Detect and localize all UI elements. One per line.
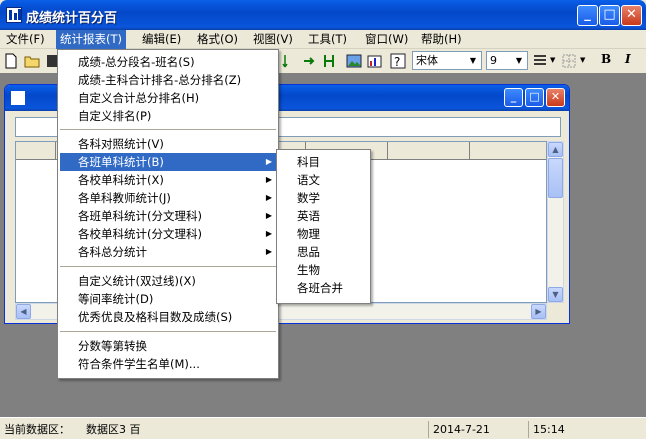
menu-edit[interactable]: 编辑(E) xyxy=(138,30,185,49)
status-date: 2014-7-21 xyxy=(428,421,526,438)
menu-format[interactable]: 格式(O) xyxy=(193,30,242,49)
menu-view[interactable]: 视图(V) xyxy=(249,30,297,49)
menu-item-subject-total[interactable]: 各科总分统计 ▶ xyxy=(60,243,276,261)
menu-file[interactable]: 文件(F) xyxy=(2,30,49,49)
menu-item-custom-stats[interactable]: 自定义统计(双过线)(X) xyxy=(60,272,276,290)
image-icon[interactable] xyxy=(346,53,362,69)
minimize-button[interactable]: _ xyxy=(504,88,523,107)
menu-item-label: 各校单科统计(X) xyxy=(78,173,164,187)
chart-icon[interactable] xyxy=(367,53,383,69)
submenu-item-english[interactable]: 英语 xyxy=(279,207,368,225)
app-icon[interactable] xyxy=(6,7,22,23)
title-bar: 成绩统计百分百 _ □ ✕ xyxy=(0,0,646,30)
submenu-item-biology[interactable]: 生物 xyxy=(279,261,368,279)
chevron-right-icon: ▶ xyxy=(265,157,272,166)
submenu-item-physics[interactable]: 物理 xyxy=(279,225,368,243)
subject-submenu: 科目 语文 数学 英语 物理 思品 生物 各班合并 xyxy=(276,149,371,304)
scroll-thumb[interactable] xyxy=(548,158,563,198)
minimize-button[interactable]: _ xyxy=(577,5,598,26)
font-name-value: 宋体 xyxy=(416,54,438,67)
submenu-item-ethics[interactable]: 思品 xyxy=(279,243,368,261)
align-icon[interactable] xyxy=(532,53,548,69)
menu-item-teacher-subject[interactable]: 各单科教师统计(J) ▶ xyxy=(60,189,276,207)
submenu-item-subject[interactable]: 科目 xyxy=(279,153,368,171)
chevron-right-icon: ▶ xyxy=(265,193,272,202)
new-file-icon[interactable] xyxy=(3,53,19,69)
menu-item-label: 各班单科统计(B) xyxy=(78,155,164,169)
font-size-select[interactable]: 9 ▼ xyxy=(486,51,528,70)
chevron-down-icon[interactable]: ▼ xyxy=(512,53,526,68)
chevron-right-icon: ▶ xyxy=(265,247,272,256)
font-name-select[interactable]: 宋体 ▼ xyxy=(412,51,482,70)
menu-tools[interactable]: 工具(T) xyxy=(304,30,351,49)
menu-item-label: 各单科教师统计(J) xyxy=(78,191,171,205)
svg-text:?: ? xyxy=(394,55,400,69)
window-title: 成绩统计百分百 xyxy=(26,11,118,26)
menu-item-student-list[interactable]: 符合条件学生名单(M)... xyxy=(60,355,276,373)
bold-button[interactable]: B xyxy=(601,52,611,66)
menu-bar: 文件(F) 统计报表(T) 编辑(E) 格式(O) 视图(V) 工具(T) 窗口… xyxy=(0,30,646,49)
menu-separator xyxy=(60,331,276,332)
close-button[interactable]: ✕ xyxy=(621,5,642,26)
sort-icon[interactable] xyxy=(282,53,298,69)
help-icon[interactable]: ? xyxy=(390,53,406,69)
submenu-item-math[interactable]: 数学 xyxy=(279,189,368,207)
stats-report-menu: 成绩-总分段名-班名(S) 成绩-主科合计排名-总分排名(Z) 自定义合计总分排… xyxy=(57,49,279,379)
chevron-right-icon: ▶ xyxy=(265,229,272,238)
font-size-value: 9 xyxy=(490,54,497,67)
open-folder-icon[interactable] xyxy=(24,53,40,69)
menu-item-total-rank[interactable]: 成绩-总分段名-班名(S) xyxy=(60,53,276,71)
menu-stats-report[interactable]: 统计报表(T) xyxy=(56,30,126,49)
menu-item-subject-compare[interactable]: 各科对照统计(V) xyxy=(60,135,276,153)
status-data-area-value: 数据区3 百 xyxy=(86,423,141,436)
chevron-down-icon[interactable]: ▼ xyxy=(466,53,480,68)
menu-item-class-subject-track[interactable]: 各班单科统计(分文理科) ▶ xyxy=(60,207,276,225)
scroll-up-icon[interactable]: ▲ xyxy=(548,142,563,157)
chevron-right-icon: ▶ xyxy=(265,211,272,220)
border-icon[interactable] xyxy=(561,53,577,69)
maximize-button[interactable]: □ xyxy=(599,5,620,26)
menu-item-excellent-pass[interactable]: 优秀优良及格科目数及成绩(S) xyxy=(60,308,276,326)
menu-item-school-subject-track[interactable]: 各校单科统计(分文理科) ▶ xyxy=(60,225,276,243)
menu-help[interactable]: 帮助(H) xyxy=(417,30,466,49)
menu-item-main-subject-rank[interactable]: 成绩-主科合计排名-总分排名(Z) xyxy=(60,71,276,89)
menu-item-school-subject[interactable]: 各校单科统计(X) ▶ xyxy=(60,171,276,189)
close-button[interactable]: ✕ xyxy=(546,88,565,107)
scroll-down-icon[interactable]: ▼ xyxy=(548,287,563,302)
submenu-item-chinese[interactable]: 语文 xyxy=(279,171,368,189)
menu-separator xyxy=(60,129,276,130)
menu-separator xyxy=(60,266,276,267)
menu-item-label: 各科总分统计 xyxy=(78,245,147,259)
submenu-item-all-classes[interactable]: 各班合并 xyxy=(279,279,368,297)
menu-item-custom-rank[interactable]: 自定义排名(P) xyxy=(60,107,276,125)
menu-window[interactable]: 窗口(W) xyxy=(361,30,412,49)
menu-item-custom-total-rank[interactable]: 自定义合计总分排名(H) xyxy=(60,89,276,107)
menu-item-label: 各校单科统计(分文理科) xyxy=(78,227,202,241)
vertical-scrollbar[interactable]: ▲ ▼ xyxy=(547,141,564,303)
scroll-left-icon[interactable]: ◀ xyxy=(16,304,31,319)
italic-button[interactable]: I xyxy=(625,52,631,66)
chevron-right-icon: ▶ xyxy=(265,175,272,184)
menu-item-interval-rate[interactable]: 等间率统计(D) xyxy=(60,290,276,308)
menu-item-label: 各班单科统计(分文理科) xyxy=(78,209,202,223)
status-data-area-label: 当前数据区： xyxy=(4,423,70,436)
status-time: 15:14 xyxy=(528,421,628,438)
status-bar: 当前数据区： 数据区3 百 2014-7-21 15:14 xyxy=(0,417,646,439)
scroll-right-icon[interactable]: ▶ xyxy=(531,304,546,319)
chevron-down-icon[interactable]: ▼ xyxy=(580,56,585,64)
menu-item-grade-convert[interactable]: 分数等第转换 xyxy=(60,337,276,355)
app-icon[interactable] xyxy=(11,91,25,105)
chevron-down-icon[interactable]: ▼ xyxy=(550,56,555,64)
insert-column-icon[interactable] xyxy=(302,53,318,69)
menu-item-class-subject[interactable]: 各班单科统计(B) ▶ xyxy=(60,153,276,171)
filter-icon[interactable] xyxy=(321,53,337,69)
maximize-button[interactable]: □ xyxy=(525,88,544,107)
